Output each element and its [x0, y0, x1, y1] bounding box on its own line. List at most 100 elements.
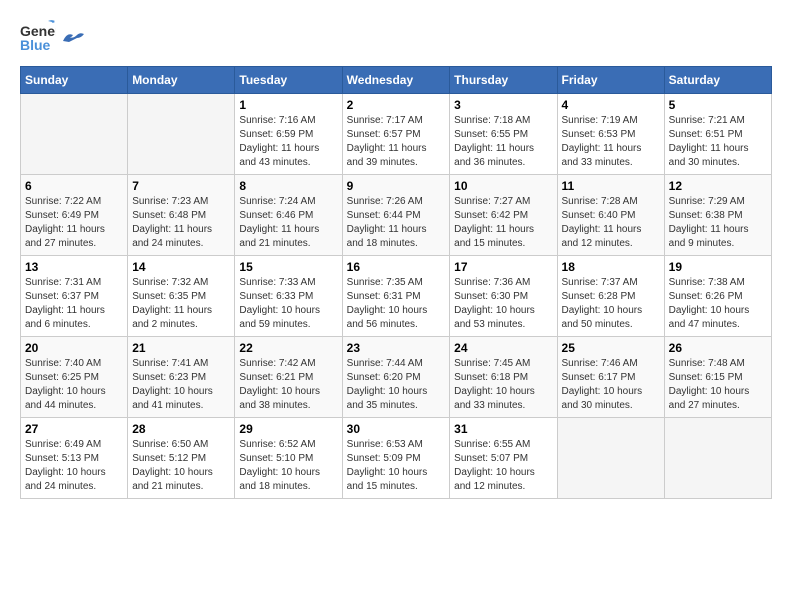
logo: General Blue [20, 20, 84, 56]
calendar-cell: 24Sunrise: 7:45 AM Sunset: 6:18 PM Dayli… [450, 337, 557, 418]
day-info: Sunrise: 7:17 AM Sunset: 6:57 PM Dayligh… [347, 114, 446, 170]
day-number: 21 [132, 341, 230, 355]
day-info: Sunrise: 7:21 AM Sunset: 6:51 PM Dayligh… [669, 114, 767, 170]
calendar-cell: 20 Sunrise: 7:40 AM Sunset: 6:25 PM Dayli… [21, 337, 128, 418]
calendar-day-header: Monday [128, 67, 235, 94]
calendar-cell: 23 Sunrise: 7:44 AM Sunset: 6:20 PM Dayli… [342, 337, 450, 418]
day-number: 20 [25, 341, 123, 355]
day-number: 1 [239, 98, 337, 112]
calendar-week-row: 13Sunrise: 7:31 AM Sunset: 6:37 PM Dayli… [21, 256, 772, 337]
day-info: Sunrise: 7:29 AM Sunset: 6:38 PM Dayligh… [669, 195, 767, 251]
calendar-week-row: 6 Sunrise: 7:22 AM Sunset: 6:49 PM Daylig… [21, 175, 772, 256]
calendar-cell: 18Sunrise: 7:37 AM Sunset: 6:28 PM Dayli… [557, 256, 664, 337]
day-number: 10 [454, 179, 552, 193]
day-info: Sunrise: 7:33 AM Sunset: 6:33 PM Dayligh… [239, 276, 337, 332]
calendar-cell: 4 Sunrise: 7:19 AM Sunset: 6:53 PM Daylig… [557, 94, 664, 175]
day-info: Sunrise: 7:42 AM Sunset: 6:21 PM Dayligh… [239, 357, 337, 413]
calendar-cell: 26Sunrise: 7:48 AM Sunset: 6:15 PM Dayli… [664, 337, 771, 418]
day-number: 13 [25, 260, 123, 274]
day-number: 19 [669, 260, 767, 274]
calendar-cell [664, 418, 771, 499]
calendar-cell: 30 Sunrise: 6:53 AM Sunset: 5:09 PM Dayli… [342, 418, 450, 499]
calendar-cell: 19 Sunrise: 7:38 AM Sunset: 6:26 PM Dayli… [664, 256, 771, 337]
calendar-day-header: Sunday [21, 67, 128, 94]
day-number: 27 [25, 422, 123, 436]
day-info: Sunrise: 6:49 AM Sunset: 5:13 PM Dayligh… [25, 438, 123, 494]
day-info: Sunrise: 6:52 AM Sunset: 5:10 PM Dayligh… [239, 438, 337, 494]
calendar-day-header: Thursday [450, 67, 557, 94]
calendar-cell [128, 94, 235, 175]
calendar-cell: 5 Sunrise: 7:21 AM Sunset: 6:51 PM Daylig… [664, 94, 771, 175]
day-number: 11 [562, 179, 660, 193]
day-number: 4 [562, 98, 660, 112]
day-number: 2 [347, 98, 446, 112]
day-info: Sunrise: 7:40 AM Sunset: 6:25 PM Dayligh… [25, 357, 123, 413]
day-number: 23 [347, 341, 446, 355]
day-number: 6 [25, 179, 123, 193]
day-number: 14 [132, 260, 230, 274]
day-info: Sunrise: 7:28 AM Sunset: 6:40 PM Dayligh… [562, 195, 660, 251]
calendar-cell: 21 Sunrise: 7:41 AM Sunset: 6:23 PM Dayli… [128, 337, 235, 418]
day-number: 25 [562, 341, 660, 355]
day-info: Sunrise: 7:24 AM Sunset: 6:46 PM Dayligh… [239, 195, 337, 251]
day-info: Sunrise: 7:41 AM Sunset: 6:23 PM Dayligh… [132, 357, 230, 413]
day-number: 3 [454, 98, 552, 112]
day-info: Sunrise: 7:26 AM Sunset: 6:44 PM Dayligh… [347, 195, 446, 251]
day-info: Sunrise: 7:38 AM Sunset: 6:26 PM Dayligh… [669, 276, 767, 332]
day-info: Sunrise: 7:46 AM Sunset: 6:17 PM Dayligh… [562, 357, 660, 413]
day-number: 16 [347, 260, 446, 274]
day-number: 7 [132, 179, 230, 193]
calendar-day-header: Friday [557, 67, 664, 94]
calendar-cell: 22Sunrise: 7:42 AM Sunset: 6:21 PM Dayli… [235, 337, 342, 418]
calendar-cell: 17 Sunrise: 7:36 AM Sunset: 6:30 PM Dayli… [450, 256, 557, 337]
day-number: 31 [454, 422, 552, 436]
calendar-table: SundayMondayTuesdayWednesdayThursdayFrid… [20, 66, 772, 499]
calendar-week-row: 27 Sunrise: 6:49 AM Sunset: 5:13 PM Dayli… [21, 418, 772, 499]
calendar-day-header: Tuesday [235, 67, 342, 94]
day-info: Sunrise: 7:16 AM Sunset: 6:59 PM Dayligh… [239, 114, 337, 170]
calendar-week-row: 1 Sunrise: 7:16 AM Sunset: 6:59 PM Daylig… [21, 94, 772, 175]
day-number: 26 [669, 341, 767, 355]
day-number: 17 [454, 260, 552, 274]
day-info: Sunrise: 7:22 AM Sunset: 6:49 PM Dayligh… [25, 195, 123, 251]
day-info: Sunrise: 7:32 AM Sunset: 6:35 PM Dayligh… [132, 276, 230, 332]
day-info: Sunrise: 7:19 AM Sunset: 6:53 PM Dayligh… [562, 114, 660, 170]
day-info: Sunrise: 6:55 AM Sunset: 5:07 PM Dayligh… [454, 438, 552, 494]
calendar-day-header: Saturday [664, 67, 771, 94]
calendar-cell: 27 Sunrise: 6:49 AM Sunset: 5:13 PM Dayli… [21, 418, 128, 499]
day-info: Sunrise: 6:50 AM Sunset: 5:12 PM Dayligh… [132, 438, 230, 494]
calendar-cell: 14 Sunrise: 7:32 AM Sunset: 6:35 PM Dayli… [128, 256, 235, 337]
calendar-cell: 11 Sunrise: 7:28 AM Sunset: 6:40 PM Dayli… [557, 175, 664, 256]
calendar-cell: 3Sunrise: 7:18 AM Sunset: 6:55 PM Daylig… [450, 94, 557, 175]
calendar-cell: 28Sunrise: 6:50 AM Sunset: 5:12 PM Dayli… [128, 418, 235, 499]
calendar-cell: 29Sunrise: 6:52 AM Sunset: 5:10 PM Dayli… [235, 418, 342, 499]
logo-icon: General Blue [20, 20, 56, 56]
day-number: 8 [239, 179, 337, 193]
calendar-day-header: Wednesday [342, 67, 450, 94]
calendar-cell: 31 Sunrise: 6:55 AM Sunset: 5:07 PM Dayli… [450, 418, 557, 499]
bird-icon [62, 30, 84, 46]
day-number: 18 [562, 260, 660, 274]
calendar-cell: 15 Sunrise: 7:33 AM Sunset: 6:33 PM Dayli… [235, 256, 342, 337]
calendar-header-row: SundayMondayTuesdayWednesdayThursdayFrid… [21, 67, 772, 94]
calendar-cell: 13Sunrise: 7:31 AM Sunset: 6:37 PM Dayli… [21, 256, 128, 337]
calendar-cell: 10 Sunrise: 7:27 AM Sunset: 6:42 PM Dayli… [450, 175, 557, 256]
page-header: General Blue [20, 20, 772, 56]
day-info: Sunrise: 7:27 AM Sunset: 6:42 PM Dayligh… [454, 195, 552, 251]
day-number: 30 [347, 422, 446, 436]
calendar-cell: 7Sunrise: 7:23 AM Sunset: 6:48 PM Daylig… [128, 175, 235, 256]
day-number: 5 [669, 98, 767, 112]
calendar-cell [21, 94, 128, 175]
day-number: 9 [347, 179, 446, 193]
day-info: Sunrise: 6:53 AM Sunset: 5:09 PM Dayligh… [347, 438, 446, 494]
svg-text:Blue: Blue [20, 37, 51, 53]
calendar-cell: 6 Sunrise: 7:22 AM Sunset: 6:49 PM Daylig… [21, 175, 128, 256]
calendar-cell: 16 Sunrise: 7:35 AM Sunset: 6:31 PM Dayli… [342, 256, 450, 337]
day-info: Sunrise: 7:36 AM Sunset: 6:30 PM Dayligh… [454, 276, 552, 332]
day-number: 12 [669, 179, 767, 193]
day-number: 15 [239, 260, 337, 274]
calendar-cell: 2 Sunrise: 7:17 AM Sunset: 6:57 PM Daylig… [342, 94, 450, 175]
day-info: Sunrise: 7:35 AM Sunset: 6:31 PM Dayligh… [347, 276, 446, 332]
calendar-cell: 8 Sunrise: 7:24 AM Sunset: 6:46 PM Daylig… [235, 175, 342, 256]
day-info: Sunrise: 7:44 AM Sunset: 6:20 PM Dayligh… [347, 357, 446, 413]
